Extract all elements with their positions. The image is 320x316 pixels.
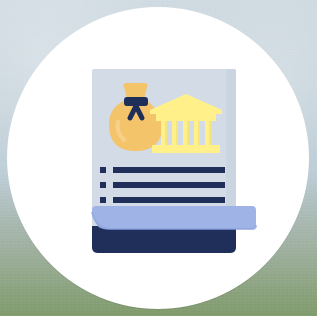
scroll-base — [92, 226, 236, 253]
document-text-lines — [100, 167, 225, 203]
document-icon — [91, 69, 257, 253]
scroll-curl — [92, 206, 256, 229]
document-with-money-bag-and-bank-icon — [91, 69, 257, 253]
